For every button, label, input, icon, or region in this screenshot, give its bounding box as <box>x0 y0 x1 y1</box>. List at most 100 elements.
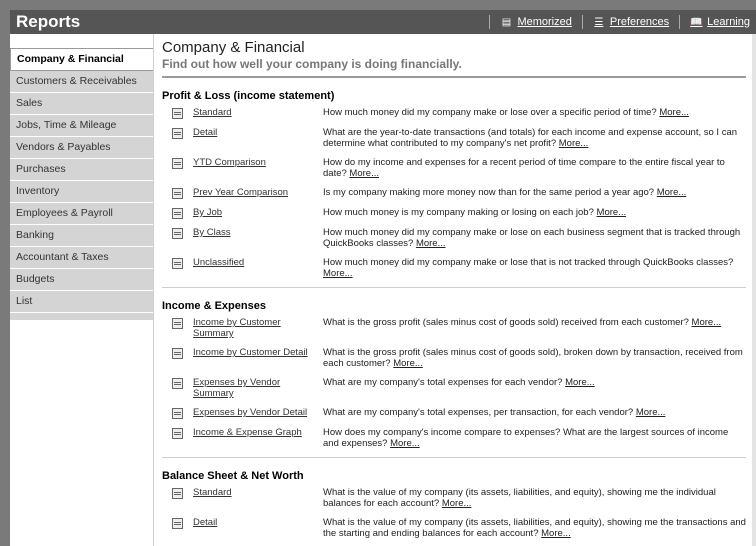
report-icon[interactable] <box>172 158 183 169</box>
more-link[interactable]: More... <box>442 498 472 509</box>
report-row: Income by Customer Detail What is the gro… <box>162 347 746 369</box>
divider <box>162 76 746 78</box>
more-link[interactable]: More... <box>597 207 627 218</box>
report-icon[interactable] <box>172 188 183 199</box>
report-icon[interactable] <box>172 108 183 119</box>
more-link[interactable]: More... <box>636 407 666 418</box>
preferences-label: Preferences <box>609 16 670 28</box>
report-row: By Class How much money did my company ma… <box>162 227 746 249</box>
page-subtitle: Find out how well your company is doing … <box>162 57 462 71</box>
report-link[interactable]: By Class <box>193 227 311 238</box>
report-icon[interactable] <box>172 408 183 419</box>
report-icon[interactable] <box>172 378 183 389</box>
report-row: Standard What is the value of my company … <box>162 487 746 509</box>
report-description: How much money did my company make or lo… <box>323 257 746 279</box>
section-divider <box>162 457 746 458</box>
title-bar: Reports ▤ Memorized ☰ Preferences 📖 Lear… <box>10 10 756 34</box>
sidebar-item[interactable]: List <box>10 291 153 313</box>
report-question: What are my company's total expenses for… <box>323 377 563 388</box>
scrollbar[interactable] <box>752 34 756 546</box>
report-link[interactable]: YTD Comparison <box>193 157 311 168</box>
report-link[interactable]: Detail <box>193 517 311 528</box>
preferences-link[interactable]: ☰ Preferences <box>593 16 669 28</box>
more-link[interactable]: More... <box>349 168 379 179</box>
sidebar-item[interactable]: Inventory <box>10 181 153 203</box>
sidebar-item[interactable]: Accountant & Taxes <box>10 247 153 269</box>
report-row: Income by Customer Summary What is the gr… <box>162 317 746 339</box>
report-row: Expenses by Vendor Detail What are my com… <box>162 407 746 419</box>
report-icon[interactable] <box>172 518 183 529</box>
report-section: Income & Expenses Income by Customer Summ… <box>162 300 746 458</box>
report-icon[interactable] <box>172 208 183 219</box>
report-icon[interactable] <box>172 488 183 499</box>
report-link[interactable]: Expenses by Vendor Summary <box>193 377 311 399</box>
book-icon: 📖 <box>690 16 703 28</box>
report-link[interactable]: Detail <box>193 127 311 138</box>
more-link[interactable]: More... <box>390 438 420 449</box>
report-link[interactable]: Income by Customer Summary <box>193 317 311 339</box>
report-icon[interactable] <box>172 228 183 239</box>
more-link[interactable]: More... <box>323 268 353 279</box>
report-description: What is the value of my company (its ass… <box>323 487 746 509</box>
sidebar-item[interactable]: Jobs, Time & Mileage <box>10 115 153 137</box>
more-link[interactable]: More... <box>565 377 595 388</box>
sidebar-item[interactable]: Company & Financial <box>10 48 153 71</box>
section-title: Income & Expenses <box>162 300 266 312</box>
more-link[interactable]: More... <box>559 138 589 149</box>
sidebar-item[interactable]: Vendors & Payables <box>10 137 153 159</box>
sidebar-item[interactable]: Sales <box>10 93 153 115</box>
report-question: What are my company's total expenses, pe… <box>323 407 634 418</box>
report-description: How much money is my company making or l… <box>323 207 746 218</box>
report-question: What is the value of my company (its ass… <box>323 487 716 509</box>
report-description: Is my company making more money now than… <box>323 187 746 198</box>
report-link[interactable]: Income & Expense Graph <box>193 427 311 438</box>
report-link[interactable]: Expenses by Vendor Detail <box>193 407 311 418</box>
report-description: What are my company's total expenses, pe… <box>323 407 746 418</box>
report-center-main: Company & Financial Find out how well yo… <box>162 34 746 546</box>
reports-window: Reports ▤ Memorized ☰ Preferences 📖 Lear… <box>10 10 756 546</box>
sidebar-item[interactable]: Budgets <box>10 269 153 291</box>
report-link[interactable]: Income by Customer Detail <box>193 347 311 358</box>
window-title: Reports <box>16 12 81 31</box>
report-row: Unclassified How much money did my compan… <box>162 257 746 279</box>
more-link[interactable]: More... <box>393 358 423 369</box>
report-question: How does my company's income compare to … <box>323 427 729 449</box>
report-link[interactable]: Standard <box>193 487 311 498</box>
sidebar-footer <box>10 313 153 320</box>
report-icon[interactable] <box>172 258 183 269</box>
report-description: How much money did my company make or lo… <box>323 107 746 118</box>
report-icon[interactable] <box>172 318 183 329</box>
report-icon[interactable] <box>172 348 183 359</box>
report-link[interactable]: By Job <box>193 207 311 218</box>
more-link[interactable]: More... <box>692 317 722 328</box>
memorized-link[interactable]: ▤ Memorized <box>500 16 572 28</box>
report-row: By Job How much money is my company makin… <box>162 207 746 219</box>
sidebar-item[interactable]: Banking <box>10 225 153 247</box>
section-divider <box>162 287 746 288</box>
learning-label: Learning <box>707 16 750 28</box>
sidebar-item[interactable]: Customers & Receivables <box>10 71 153 93</box>
sidebar-item[interactable]: Purchases <box>10 159 153 181</box>
report-question: How do my income and expenses for a rece… <box>323 157 725 179</box>
category-sidebar: Company & Financial Customers & Receivabl… <box>10 34 154 546</box>
report-link[interactable]: Prev Year Comparison <box>193 187 311 198</box>
separator <box>489 15 491 29</box>
report-link[interactable]: Standard <box>193 107 311 118</box>
learning-link[interactable]: 📖 Learning <box>690 16 750 28</box>
report-row: Standard How much money did my company ma… <box>162 107 746 119</box>
more-link[interactable]: More... <box>416 238 446 249</box>
report-icon[interactable] <box>172 128 183 139</box>
report-question: What is the value of my company (its ass… <box>323 517 746 539</box>
more-link[interactable]: More... <box>541 528 571 539</box>
more-link[interactable]: More... <box>657 187 687 198</box>
report-icon[interactable] <box>172 428 183 439</box>
report-description: How do my income and expenses for a rece… <box>323 157 746 179</box>
report-link[interactable]: Unclassified <box>193 257 311 268</box>
report-row: Detail What are the year-to-date transact… <box>162 127 746 149</box>
report-question: How much money is my company making or l… <box>323 207 594 218</box>
report-description: What is the value of my company (its ass… <box>323 517 746 539</box>
more-link[interactable]: More... <box>659 107 689 118</box>
sidebar-item[interactable]: Employees & Payroll <box>10 203 153 225</box>
report-question: Is my company making more money now than… <box>323 187 655 198</box>
